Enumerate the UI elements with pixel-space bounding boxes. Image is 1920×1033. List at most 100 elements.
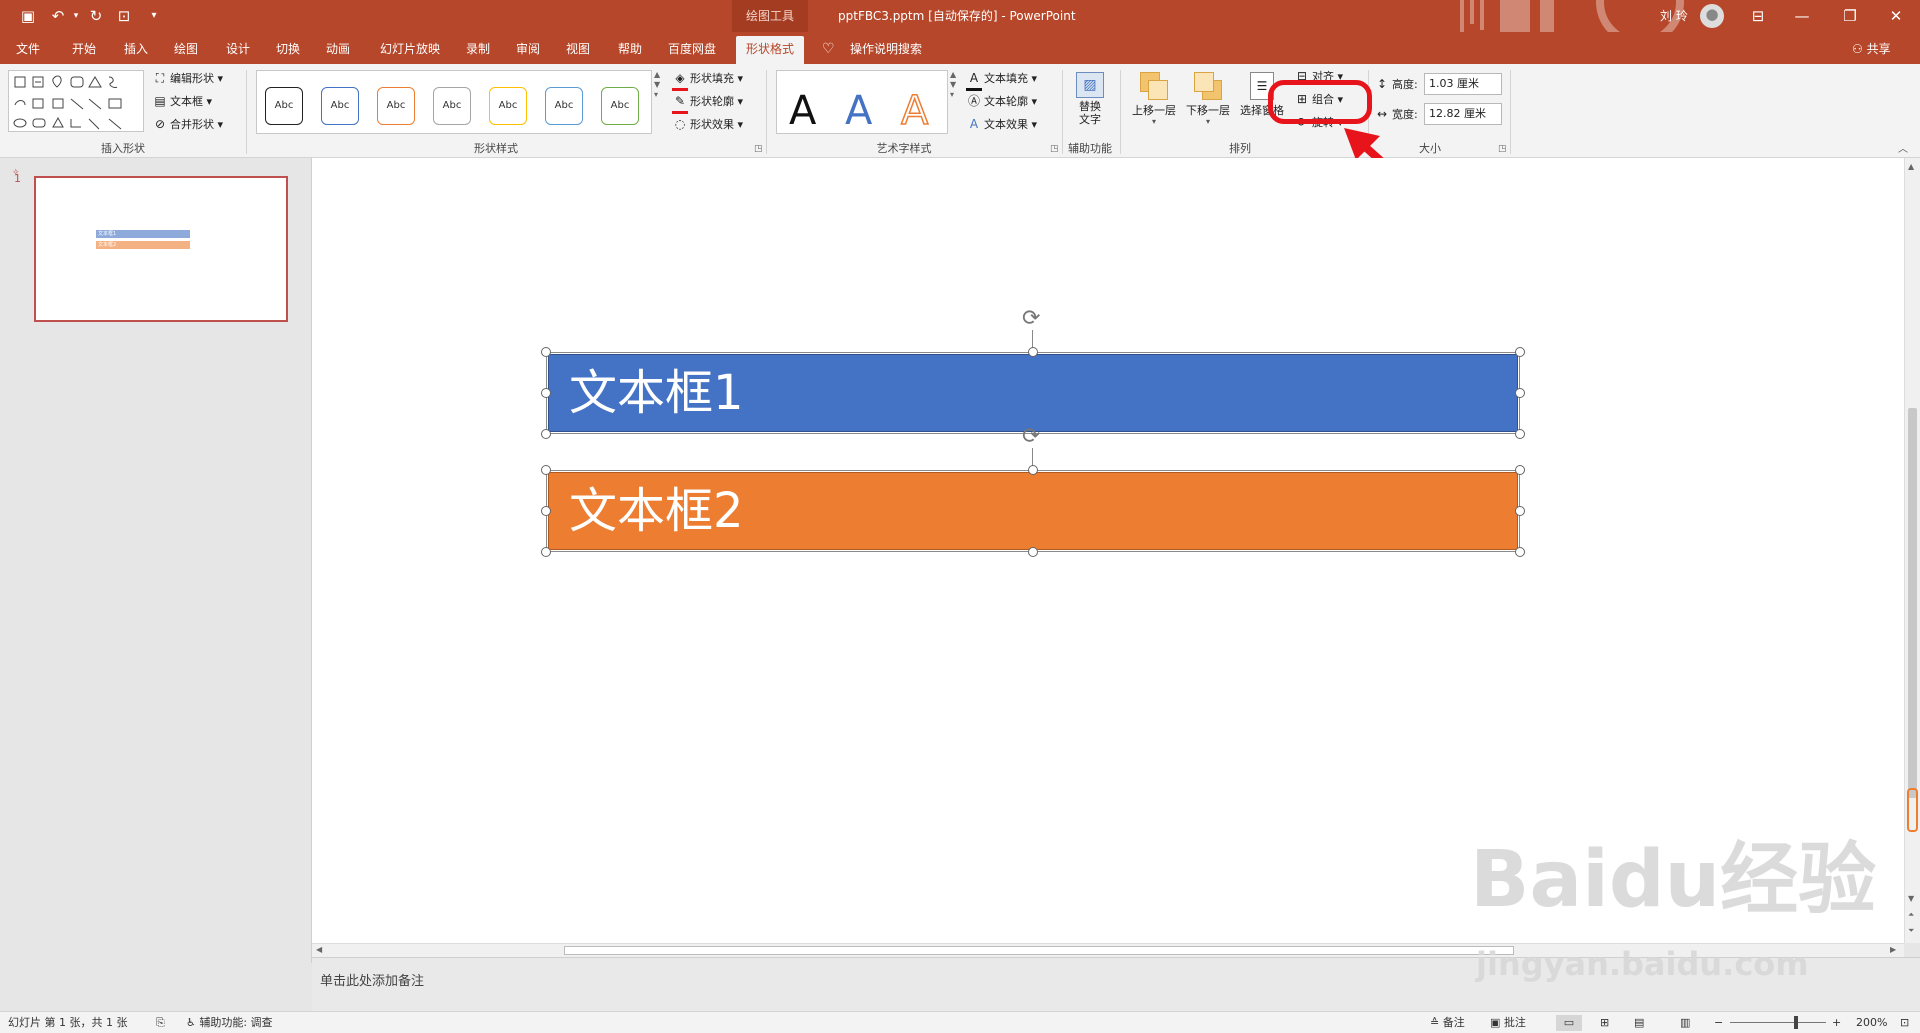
zoom-slider[interactable]: [1730, 1022, 1826, 1023]
dialog-launcher-icon[interactable]: ◳: [1498, 144, 1507, 154]
scroll-down-icon[interactable]: ▼: [1908, 894, 1914, 903]
wordart-style-orange-outline[interactable]: A: [900, 88, 929, 134]
shape-style-blue[interactable]: Abc: [321, 87, 359, 125]
text-effects-button[interactable]: A 文本效果 ▾: [966, 114, 1037, 134]
shape-fill-button[interactable]: ◈ 形状填充 ▾: [672, 68, 743, 91]
shape-outline-button[interactable]: ✎ 形状轮廓 ▾: [672, 91, 743, 114]
save-icon[interactable]: ▣: [18, 6, 38, 26]
previous-slide-icon[interactable]: ⏶: [1908, 910, 1914, 920]
width-input[interactable]: 12.82 厘米: [1424, 103, 1502, 125]
tab-home[interactable]: 开始: [72, 40, 96, 58]
height-input[interactable]: 1.03 厘米: [1424, 73, 1502, 95]
zoom-level[interactable]: 200%: [1856, 1015, 1887, 1031]
shape-effects-button[interactable]: ◌ 形状效果 ▾: [672, 114, 743, 134]
resize-handle[interactable]: [1515, 429, 1525, 439]
slideshow-from-start-icon[interactable]: ⊡: [114, 6, 134, 26]
horizontal-scroll-thumb[interactable]: [564, 946, 1514, 955]
tab-review[interactable]: 审阅: [516, 40, 540, 58]
undo-dropdown-icon[interactable]: ▾: [66, 6, 86, 26]
alt-text-button[interactable]: ▨ 替换 文字: [1068, 70, 1112, 136]
edit-shape-button[interactable]: ⛶ 编辑形状 ▾: [152, 68, 223, 88]
tab-baidu-netdisk[interactable]: 百度网盘: [668, 40, 716, 58]
wordart-scroll-icon[interactable]: ▲ ▼ ▾: [950, 70, 960, 99]
tab-view[interactable]: 视图: [566, 40, 590, 58]
tab-slideshow[interactable]: 幻灯片放映: [380, 40, 440, 58]
user-name[interactable]: 刘 玲: [1660, 7, 1688, 25]
slideshow-view-icon[interactable]: ▥: [1680, 1015, 1690, 1031]
send-backward-button[interactable]: 下移一层 ▾: [1182, 70, 1234, 136]
dialog-launcher-icon[interactable]: ◳: [1050, 144, 1059, 154]
tell-me-search[interactable]: 操作说明搜索: [850, 40, 922, 58]
resize-handle[interactable]: [541, 347, 551, 357]
resize-handle[interactable]: [1515, 506, 1525, 516]
next-slide-icon[interactable]: ⏷: [1908, 926, 1914, 936]
tab-insert[interactable]: 插入: [124, 40, 148, 58]
share-button[interactable]: ⚇ 共享: [1852, 40, 1891, 58]
zoom-in-icon[interactable]: +: [1832, 1015, 1841, 1031]
vertical-scrollbar[interactable]: ▲ ▼ ⏶ ⏷: [1904, 158, 1920, 943]
tab-record[interactable]: 录制: [466, 40, 490, 58]
normal-view-icon[interactable]: ▭: [1556, 1015, 1582, 1031]
resize-handle[interactable]: [1515, 347, 1525, 357]
minimize-icon[interactable]: —: [1792, 6, 1812, 26]
resize-handle[interactable]: [541, 429, 551, 439]
resize-handle[interactable]: [1515, 465, 1525, 475]
tab-file[interactable]: 文件: [16, 40, 40, 58]
tab-transitions[interactable]: 切换: [276, 40, 300, 58]
reading-view-icon[interactable]: ▤: [1634, 1015, 1644, 1031]
zoom-slider-thumb[interactable]: [1794, 1016, 1798, 1029]
redo-icon[interactable]: ↻: [86, 6, 106, 26]
customize-qat-icon[interactable]: ▾: [144, 6, 164, 26]
comments-button[interactable]: ▣ 批注: [1490, 1015, 1526, 1031]
slide-sorter-icon[interactable]: ⊞: [1600, 1015, 1609, 1031]
close-icon[interactable]: ✕: [1886, 6, 1906, 26]
undo-icon[interactable]: ↶: [48, 6, 68, 26]
scroll-left-icon[interactable]: ◀: [316, 945, 322, 954]
resize-handle[interactable]: [1028, 547, 1038, 557]
tab-design[interactable]: 设计: [226, 40, 250, 58]
zoom-out-icon[interactable]: −: [1714, 1015, 1723, 1031]
shape-style-orange[interactable]: Abc: [377, 87, 415, 125]
tab-draw[interactable]: 绘图: [174, 40, 198, 58]
resize-handle[interactable]: [541, 388, 551, 398]
shapes-gallery[interactable]: [8, 70, 144, 132]
resize-handle[interactable]: [1515, 547, 1525, 557]
collapse-ribbon-icon[interactable]: ︿: [1898, 140, 1908, 160]
shape-style-black[interactable]: Abc: [265, 87, 303, 125]
tab-help[interactable]: 帮助: [618, 40, 642, 58]
shape-style-green[interactable]: Abc: [601, 87, 639, 125]
accessibility-status[interactable]: ♿ 辅助功能: 调查: [186, 1015, 273, 1031]
tab-shape-format[interactable]: 形状格式: [736, 36, 805, 64]
shape-style-gold[interactable]: Abc: [489, 87, 527, 125]
resize-handle[interactable]: [1028, 465, 1038, 475]
tab-animations[interactable]: 动画: [326, 40, 350, 58]
resize-handle[interactable]: [1515, 388, 1525, 398]
shape-style-lightblue[interactable]: Abc: [545, 87, 583, 125]
resize-handle[interactable]: [541, 465, 551, 475]
resize-handle[interactable]: [541, 547, 551, 557]
merge-shapes-button[interactable]: ⊘ 合并形状 ▾: [152, 114, 223, 134]
fit-to-window-icon[interactable]: ⊡: [1900, 1015, 1909, 1031]
resize-handle[interactable]: [541, 506, 551, 516]
shape-style-gray[interactable]: Abc: [433, 87, 471, 125]
spellcheck-icon[interactable]: ⎘: [156, 1015, 165, 1031]
text-fill-button[interactable]: A 文本填充 ▾: [966, 68, 1037, 91]
rotation-handle-icon[interactable]: ⟳: [1022, 308, 1040, 330]
notes-placeholder[interactable]: 单击此处添加备注: [320, 970, 424, 989]
gallery-scroll-up-icon[interactable]: ▲ ▼ ▾: [654, 70, 664, 99]
text-box-button[interactable]: ▤ 文本框 ▾: [152, 91, 212, 111]
scroll-up-icon[interactable]: ▲: [1908, 162, 1914, 171]
text-outline-button[interactable]: Ⓐ 文本轮廓 ▾: [966, 91, 1037, 111]
bring-forward-button[interactable]: 上移一层 ▾: [1128, 70, 1180, 136]
avatar[interactable]: ●: [1700, 4, 1724, 28]
slide-thumbnail[interactable]: 文本框1 文本框2: [34, 176, 288, 322]
rotation-handle-icon[interactable]: ⟳: [1022, 426, 1040, 448]
restore-icon[interactable]: ❐: [1840, 6, 1860, 26]
notes-button[interactable]: ≙ 备注: [1430, 1015, 1465, 1031]
ribbon-display-options-icon[interactable]: ⊟: [1748, 6, 1768, 26]
vertical-scroll-thumb[interactable]: [1908, 408, 1917, 798]
resize-handle[interactable]: [1028, 347, 1038, 357]
wordart-style-blue[interactable]: A: [845, 89, 872, 133]
dialog-launcher-icon[interactable]: ◳: [754, 144, 763, 154]
wordart-style-black[interactable]: A: [789, 89, 816, 133]
